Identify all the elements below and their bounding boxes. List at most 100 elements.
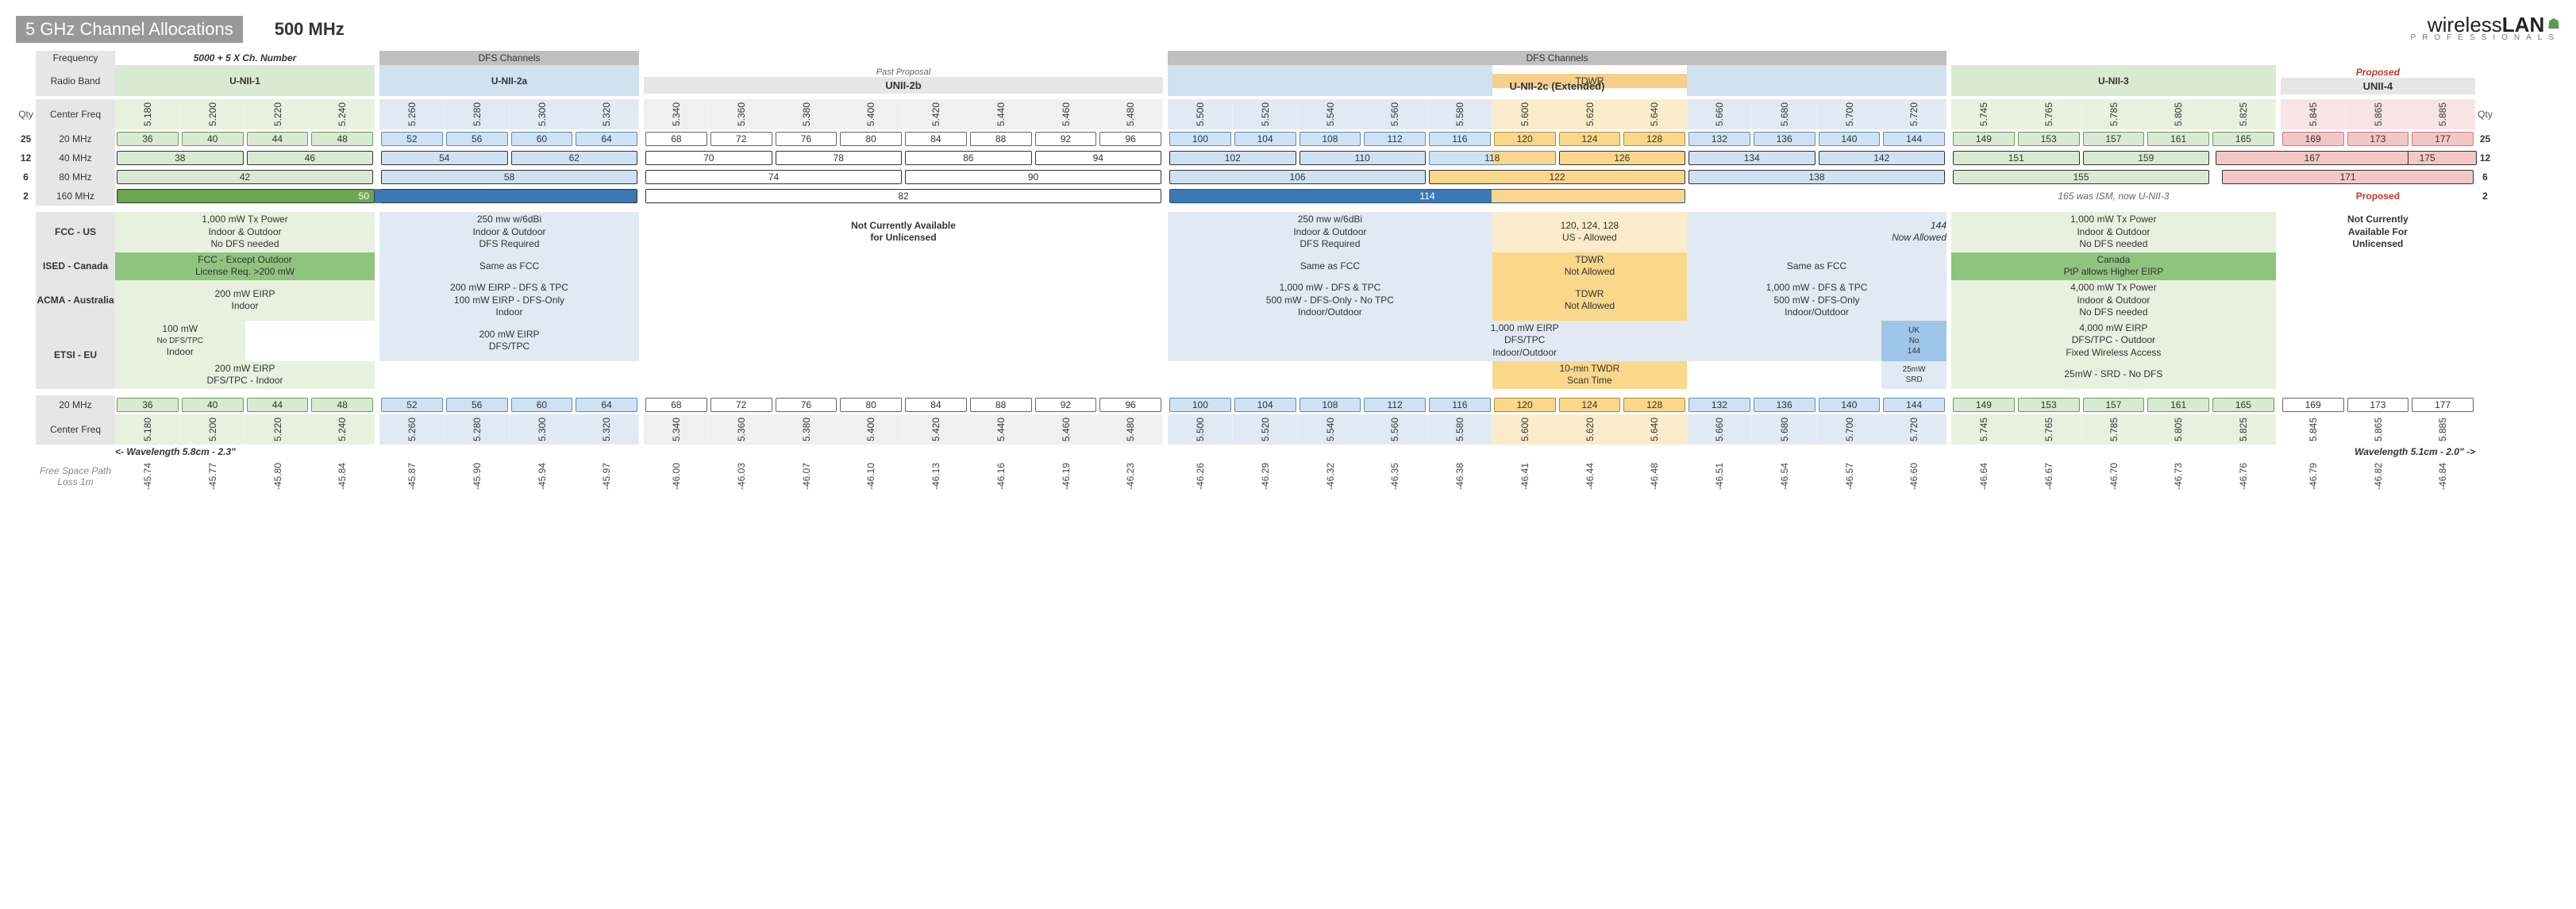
fcc-unii2b: Not Currently Availablefor Unlicensed xyxy=(644,212,1163,252)
row-acma: ACMA - Australia 200 mW EIRPIndoor 200 m… xyxy=(16,280,2560,321)
freq: 5.260 xyxy=(379,99,445,129)
label-frequency: Frequency xyxy=(36,51,115,65)
proposed-note-top: Proposed xyxy=(2281,67,2475,78)
freq: 5.400 xyxy=(838,99,903,129)
wavelength-left: <- Wavelength 5.8cm - 2.3" xyxy=(115,445,1163,459)
ch80: 122 xyxy=(1429,170,1685,184)
label-acma: ACMA - Australia xyxy=(36,280,115,321)
acma-unii1: 200 mW EIRPIndoor xyxy=(115,280,375,321)
label-20mhz: 20 MHz xyxy=(36,129,115,148)
label-etsi: ETSI - EU xyxy=(36,321,115,389)
wavelength-right: Wavelength 5.1cm - 2.0" -> xyxy=(1168,445,2475,459)
freq: 5.480 xyxy=(1098,99,1163,129)
freq: 5.805 xyxy=(2146,414,2211,445)
ch: 136 xyxy=(1754,132,1816,146)
row-center-freq-top: Qty Center Freq 5.180 5.200 5.220 5.240 … xyxy=(16,99,2560,129)
label-fspl: Free Space Path Loss 1m xyxy=(36,459,115,494)
freq: 5.520 xyxy=(1233,414,1298,445)
ch: 96 xyxy=(1099,132,1161,146)
ch: 52 xyxy=(381,398,443,412)
freq: 5.300 xyxy=(510,414,575,445)
qty-40-right: 12 xyxy=(2475,148,2495,168)
freq: 5.560 xyxy=(1362,99,1427,129)
row-20mhz-bottom: 20 MHz 36 40 44 48 52 56 60 64 68 72 76 … xyxy=(16,395,2560,414)
ch80: 42 xyxy=(117,170,373,184)
ised-unii1: FCC - Except OutdoorLicense Req. >200 mW xyxy=(115,252,375,280)
row-160mhz: 2 160 MHz 50 82 114 165 was ISM, now U-N… xyxy=(16,187,2560,206)
label-20mhz-bottom: 20 MHz xyxy=(36,395,115,414)
ch: 60 xyxy=(511,398,573,412)
ch: 56 xyxy=(446,132,508,146)
freq: 5.785 xyxy=(2081,99,2147,129)
fspl: -45.74 xyxy=(115,459,180,494)
fspl: -46.41 xyxy=(1492,459,1558,494)
fspl: -46.67 xyxy=(2016,459,2081,494)
band-unii3: U-NII-3 xyxy=(1951,65,2276,96)
wifi-icon: ☗ xyxy=(2547,17,2560,30)
freq: 5.825 xyxy=(2211,99,2276,129)
qty-label-left: Qty xyxy=(16,99,36,129)
band-unii2c-label: U-NII-2c (Extended) xyxy=(1168,80,1946,92)
freq: 5.200 xyxy=(180,414,245,445)
ch: 36 xyxy=(117,398,179,412)
ch80: 138 xyxy=(1688,170,1945,184)
ch: 108 xyxy=(1300,132,1361,146)
ch80: 106 xyxy=(1169,170,1426,184)
ch: 52 xyxy=(381,132,443,146)
ised-unii2c-b: Same as FCC xyxy=(1687,252,1946,280)
ch160: 82 xyxy=(645,189,1161,203)
page-subtitle: 500 MHz xyxy=(275,19,345,40)
ch: 120 xyxy=(1494,398,1556,412)
freq: 5.540 xyxy=(1298,414,1363,445)
freq: 5.340 xyxy=(644,99,709,129)
freq: 5.660 xyxy=(1687,414,1752,445)
freq: 5.320 xyxy=(574,99,639,129)
freq: 5.765 xyxy=(2016,99,2081,129)
freq: 5.560 xyxy=(1362,414,1427,445)
freq: 5.845 xyxy=(2281,414,2346,445)
logo-subtext: PROFESSIONALS xyxy=(2411,34,2560,41)
freq: 5.640 xyxy=(1622,414,1687,445)
etsi-uk: UKNo144 xyxy=(1881,321,1946,361)
ch: 161 xyxy=(2147,132,2209,146)
qty-40-left: 12 xyxy=(16,148,36,168)
ised-unii2c-a: Same as FCC xyxy=(1168,252,1492,280)
ch: 116 xyxy=(1429,398,1491,412)
ch40: 70 xyxy=(645,151,772,165)
band-unii1: U-NII-1 xyxy=(115,65,375,96)
freq: 5.720 xyxy=(1881,414,1946,445)
frequency-formula: 5000 + 5 X Ch. Number xyxy=(115,51,375,65)
ch40: 54 xyxy=(381,151,508,165)
ch: 48 xyxy=(311,132,373,146)
qty-160-right: 2 xyxy=(2475,187,2495,206)
ch: 96 xyxy=(1099,398,1161,412)
freq: 5.500 xyxy=(1168,414,1233,445)
acma-unii2c-a: 1,000 mW - DFS & TPC500 mW - DFS-Only - … xyxy=(1168,280,1492,321)
etsi-unii2c: 1,000 mW EIRPDFS/TPCIndoor/Outdoor xyxy=(1168,321,1881,361)
ch: 104 xyxy=(1234,398,1296,412)
freq: 5.620 xyxy=(1558,99,1623,129)
ch40: 86 xyxy=(905,151,1032,165)
etsi-twdr: 10-min TWDRScan Time xyxy=(1492,361,1687,389)
ch: 149 xyxy=(1953,398,2015,412)
freq: 5.700 xyxy=(1817,414,1882,445)
freq: 5.380 xyxy=(774,99,839,129)
ch: 92 xyxy=(1035,132,1097,146)
qty-80-left: 6 xyxy=(16,168,36,187)
freq: 5.320 xyxy=(574,414,639,445)
ch: 153 xyxy=(2018,132,2080,146)
ch: 92 xyxy=(1035,398,1097,412)
freq: 5.300 xyxy=(510,99,575,129)
fspl: -46.38 xyxy=(1427,459,1492,494)
freq: 5.600 xyxy=(1492,414,1558,445)
ch: 173 xyxy=(2347,398,2409,412)
fspl: -45.87 xyxy=(379,459,445,494)
ch: 153 xyxy=(2018,398,2080,412)
ch: 84 xyxy=(905,398,967,412)
acma-tdwr: TDWRNot Allowed xyxy=(1492,280,1687,321)
freq: 5.480 xyxy=(1098,414,1163,445)
fspl: -46.64 xyxy=(1951,459,2016,494)
row-20mhz: 25 20 MHz 36 40 44 48 52 56 60 64 68 72 … xyxy=(16,129,2560,148)
qty-20-right: 25 xyxy=(2475,129,2495,148)
fspl: -46.07 xyxy=(774,459,839,494)
